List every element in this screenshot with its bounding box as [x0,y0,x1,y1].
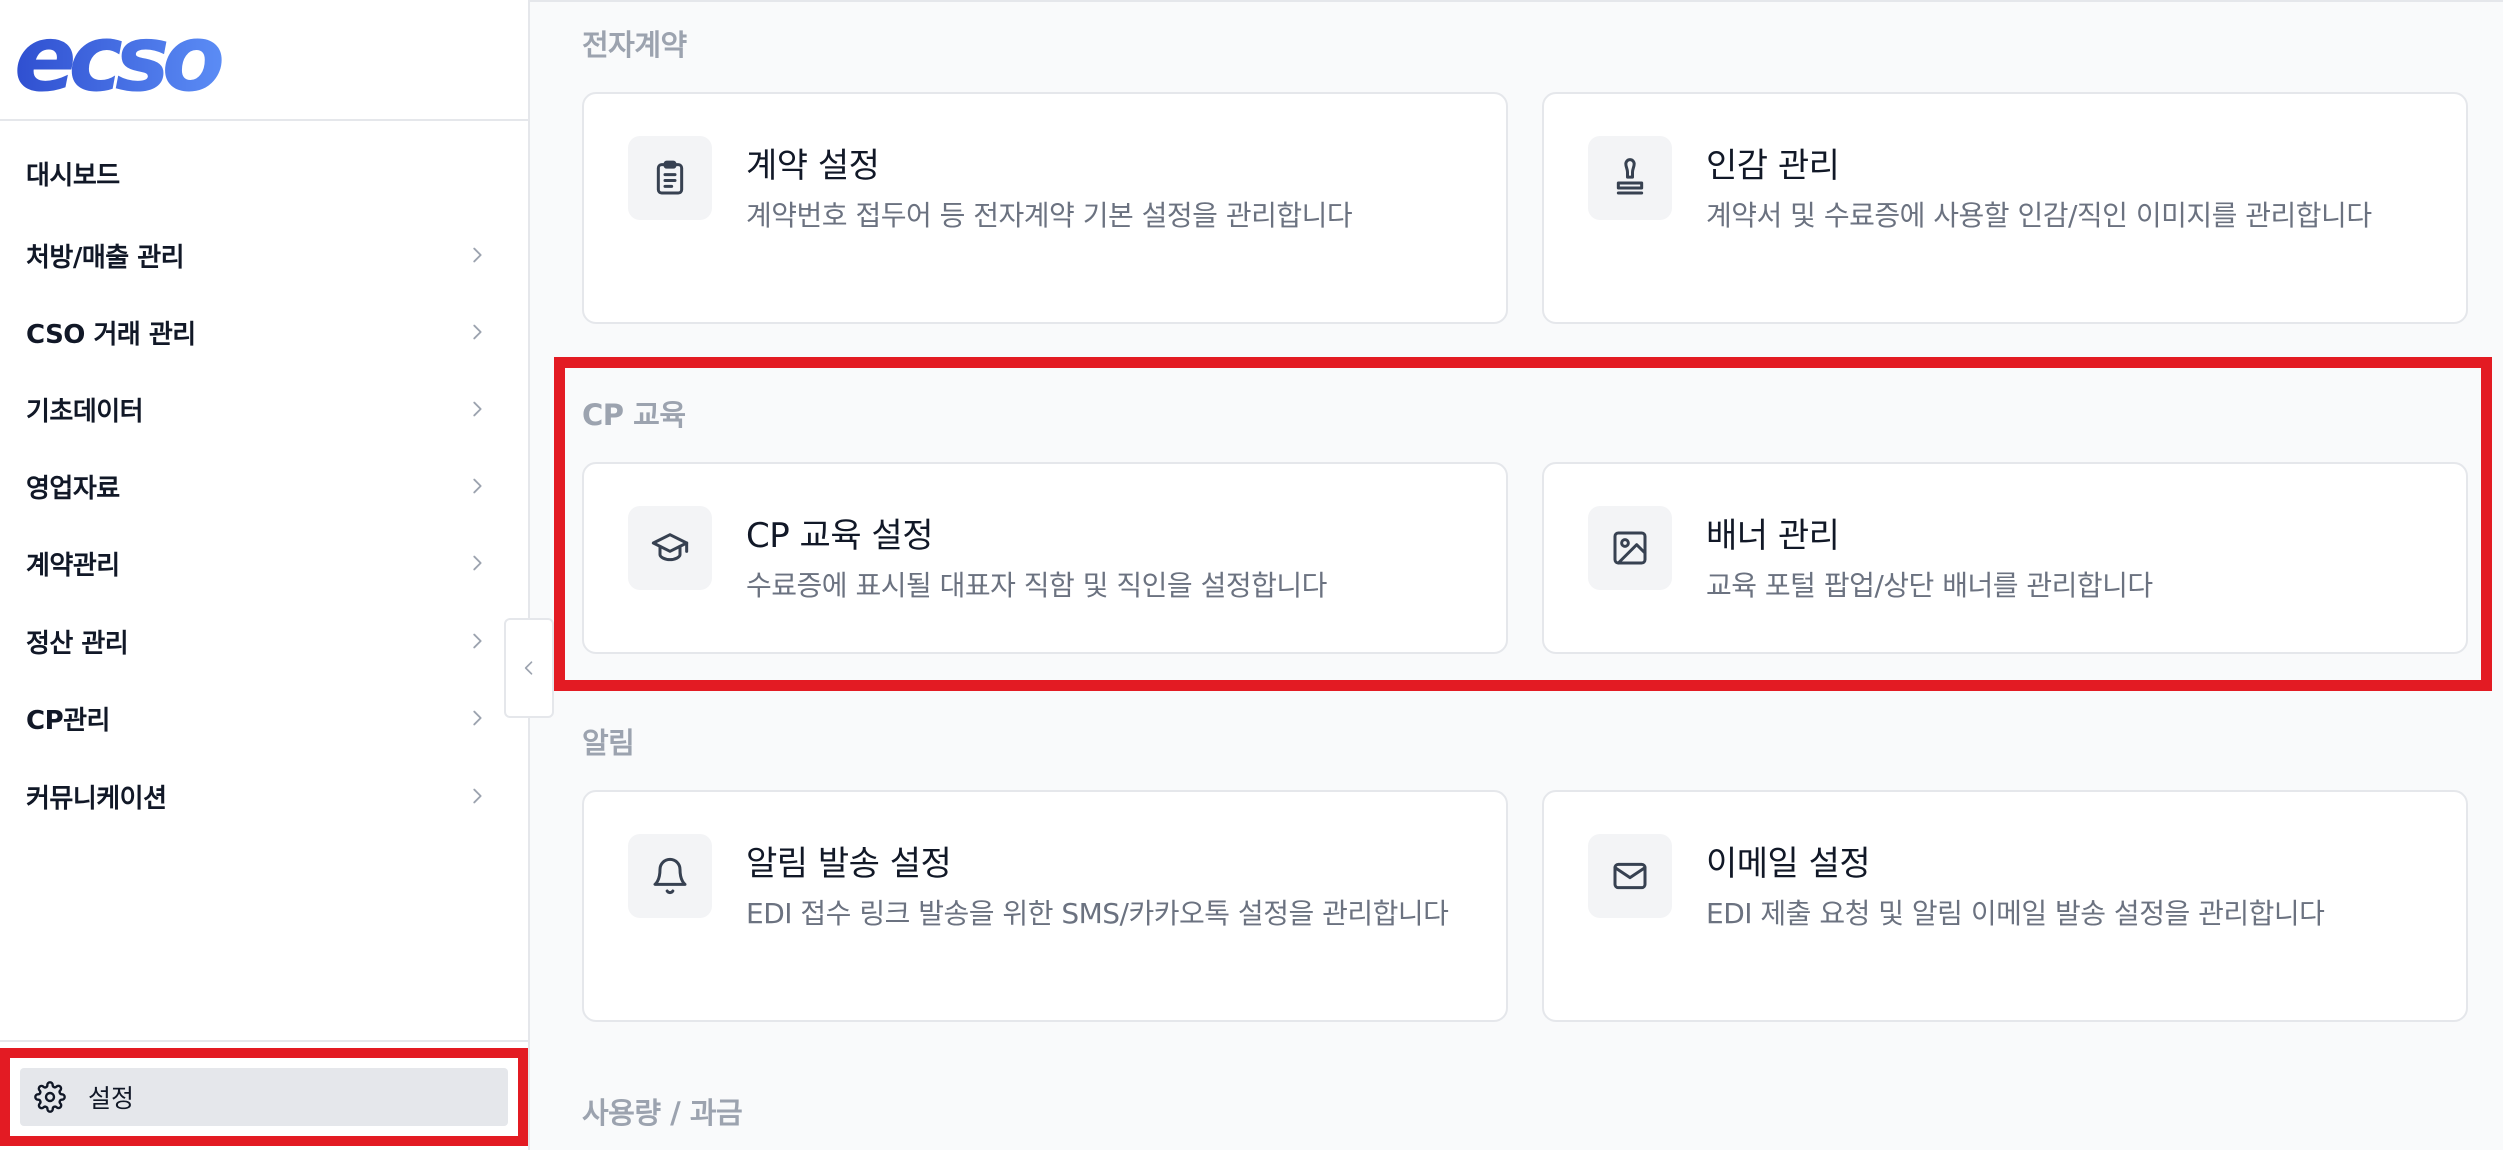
card-icon-box [1588,136,1672,220]
sidebar-item-label: 정산 관리 [26,628,129,659]
main-top-border [530,0,2503,2]
sidebar-item-communication[interactable]: 커뮤니케이션 [0,766,528,826]
card-description: 계약번호 접두어 등 전자계약 기본 설정을 관리합니다 [746,199,1353,232]
chevron-right-icon [473,788,482,804]
svg-text:ecso: ecso [14,22,222,100]
chevron-left-icon [524,661,533,675]
card-icon-box [628,506,712,590]
sidebar-item-base-data[interactable]: 기초데이터 [0,379,528,439]
card-title: 계약 설정 [746,146,880,186]
sidebar-item-cso-trade[interactable]: CSO 거래 관리 [0,302,528,362]
card-icon-box [628,136,712,220]
sidebar-item-label: 처방/매출 관리 [26,242,185,273]
card-email-settings[interactable]: 이메일 설정 EDI 제출 요청 및 알림 이메일 발송 설정을 관리합니다 [1542,790,2468,1022]
section-title-cp-education: CP 교육 [582,398,686,432]
clipboard-list-icon [656,160,684,195]
card-title: 이메일 설정 [1706,844,1871,884]
card-icon-box [1588,506,1672,590]
sidebar: ecso 대시보드 처방/매출 관리 CSO 거래 관리 기초데이터 영업자료 … [0,0,530,1150]
card-title: 알림 발송 설정 [746,844,952,884]
card-title: 배너 관리 [1706,516,1840,556]
bell-icon [653,857,687,895]
sidebar-item-label: CP관리 [26,705,110,736]
stamp-icon [1616,158,1644,195]
card-seal-management[interactable]: 인감 관리 계약서 및 수료증에 사용할 인감/직인 이미지를 관리합니다 [1542,92,2468,324]
chevron-right-icon [473,633,482,649]
mail-icon [1613,862,1647,890]
card-banner-management[interactable]: 배너 관리 교육 포털 팝업/상단 배너를 관리합니다 [1542,462,2468,654]
chevron-right-icon [473,710,482,726]
sidebar-item-label: CSO 거래 관리 [26,319,196,350]
card-icon-box [628,834,712,918]
sidebar-item-label: 기초데이터 [26,396,144,427]
sidebar-item-dashboard[interactable]: 대시보드 [0,143,528,203]
ecso-logo[interactable]: ecso [14,22,270,100]
card-title: 인감 관리 [1706,146,1840,186]
card-description: EDI 제출 요청 및 알림 이메일 발송 설정을 관리합니다 [1706,897,2325,930]
sidebar-item-cp[interactable]: CP관리 [0,688,528,748]
card-icon-box [1588,834,1672,918]
sidebar-item-label: 대시보드 [26,160,120,191]
card-notification-settings[interactable]: 알림 발송 설정 EDI 접수 링크 발송을 위한 SMS/카카오톡 설정을 관… [582,790,1508,1022]
sidebar-divider [0,1040,528,1042]
chevron-right-icon [473,401,482,417]
chevron-right-icon [473,247,482,263]
sidebar-collapse-button[interactable] [504,618,554,718]
sidebar-item-label: 커뮤니케이션 [26,783,167,814]
graduation-cap-icon [651,533,689,562]
chevron-right-icon [473,555,482,571]
chevron-right-icon [473,478,482,494]
sidebar-item-contracts[interactable]: 계약관리 [0,533,528,593]
section-title-usage-billing: 사용량 / 과금 [582,1096,743,1130]
card-contract-settings[interactable]: 계약 설정 계약번호 접두어 등 전자계약 기본 설정을 관리합니다 [582,92,1508,324]
card-description: 계약서 및 수료증에 사용할 인감/직인 이미지를 관리합니다 [1706,199,2372,232]
sidebar-item-settlement[interactable]: 정산 관리 [0,611,528,671]
chevron-right-icon [473,324,482,340]
logo-area: ecso [0,0,528,121]
card-cp-education-settings[interactable]: CP 교육 설정 수료증에 표시될 대표자 직함 및 직인을 설정합니다 [582,462,1508,654]
image-icon [1613,531,1647,565]
sidebar-item-sales-materials[interactable]: 영업자료 [0,456,528,516]
card-title: CP 교육 설정 [746,516,933,556]
card-description: 수료증에 표시될 대표자 직함 및 직인을 설정합니다 [746,569,1327,602]
settings-highlight-box [0,1048,528,1146]
sidebar-item-label: 영업자료 [26,473,120,504]
card-description: EDI 접수 링크 발송을 위한 SMS/카카오톡 설정을 관리합니다 [746,897,1449,930]
section-title-notifications: 알림 [582,726,635,760]
section-title-e-contract: 전자계약 [582,28,687,62]
sidebar-item-label: 계약관리 [26,550,120,581]
card-description: 교육 포털 팝업/상단 배너를 관리합니다 [1706,569,2153,602]
sidebar-item-prescription-sales[interactable]: 처방/매출 관리 [0,225,528,285]
